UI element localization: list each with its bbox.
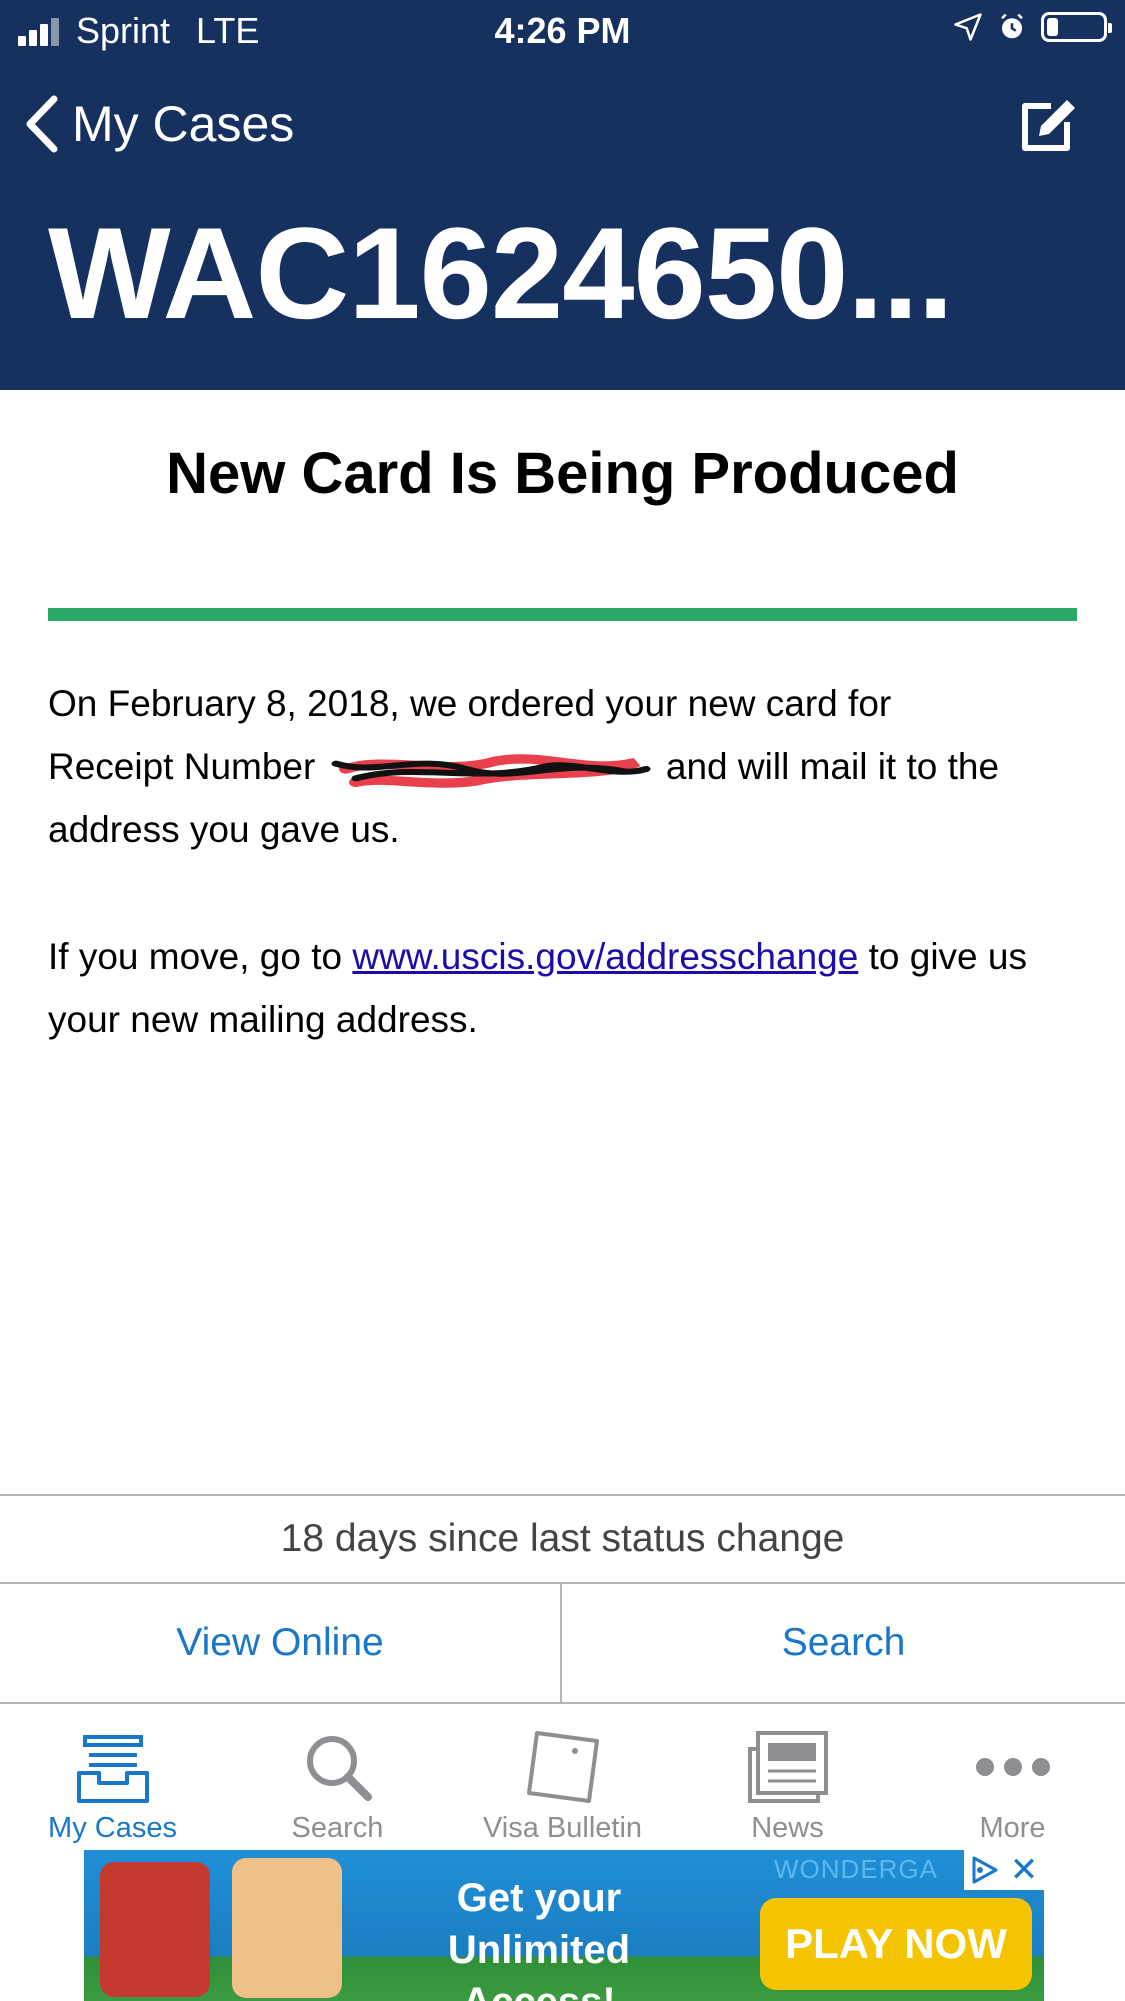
address-change-link[interactable]: www.uscis.gov/addresschange xyxy=(352,936,858,977)
status-description-line1: On February 8, 2018, we ordered your new… xyxy=(48,683,892,724)
view-online-button[interactable]: View Online xyxy=(0,1584,562,1704)
compose-icon xyxy=(1022,100,1075,151)
tab-more-label: More xyxy=(979,1812,1046,1844)
status-description: On February 8, 2018, we ordered your new… xyxy=(48,672,1077,861)
more-icon xyxy=(900,1722,1125,1812)
status-progress-bar xyxy=(48,608,1077,621)
battery-level xyxy=(1047,18,1058,36)
ad-close-icon[interactable]: ✕ xyxy=(1004,1850,1044,1890)
ad-headline: Get your Unlimited Access! xyxy=(374,1872,704,2001)
tab-my-cases-label: My Cases xyxy=(48,1812,177,1844)
address-change-prefix: If you move, go to xyxy=(48,936,343,977)
ad-character-ninja xyxy=(100,1862,210,1997)
tab-visa-bulletin[interactable]: Visa Bulletin xyxy=(450,1704,675,1850)
tab-news[interactable]: News xyxy=(675,1704,900,1850)
ad-headline-line1: Get your xyxy=(456,1876,622,1920)
ad-character-face xyxy=(232,1858,342,1998)
news-icon xyxy=(675,1722,900,1812)
tab-search[interactable]: Search xyxy=(225,1704,450,1850)
app-header: Sprint LTE 4:26 PM My Cases WAC1624650..… xyxy=(0,0,1125,390)
search-icon xyxy=(225,1722,450,1812)
tab-more[interactable]: More xyxy=(900,1704,1125,1850)
alarm-icon xyxy=(1001,13,1023,39)
status-bar: Sprint LTE 4:26 PM xyxy=(0,0,1125,62)
ad-brand: WONDERGA xyxy=(774,1854,938,1884)
case-receipt-number: WAC1624650... xyxy=(48,200,954,346)
status-progress-fill xyxy=(48,608,1077,621)
case-status-title: New Card Is Being Produced xyxy=(166,441,959,506)
location-icon xyxy=(954,13,982,41)
status-description-receipt-label: Receipt Number xyxy=(48,746,316,787)
days-since-status-change: 18 days since last status change xyxy=(0,1494,1125,1584)
status-bar-right xyxy=(953,12,1112,42)
ad-banner[interactable]: Get your Unlimited Access! WONDERGA PLAY… xyxy=(84,1850,1044,2001)
tab-visa-bulletin-label: Visa Bulletin xyxy=(482,1812,643,1844)
redaction-scribble xyxy=(331,754,651,788)
bulletin-icon xyxy=(450,1722,675,1812)
ad-headline-line2: Unlimited Access! xyxy=(447,1928,631,2001)
address-change-note: If you move, go to www.uscis.gov/address… xyxy=(48,925,1077,1051)
back-button[interactable]: My Cases xyxy=(24,95,294,153)
tab-bar: My Cases Search Visa Bulletin News More xyxy=(0,1704,1125,1850)
search-button[interactable]: Search xyxy=(562,1584,1125,1704)
tab-news-label: News xyxy=(751,1812,824,1844)
status-description-line2-end: and will mail it to the xyxy=(665,746,1000,787)
tab-search-label: Search xyxy=(291,1812,384,1844)
tab-my-cases[interactable]: My Cases xyxy=(0,1704,225,1850)
ad-play-now-button[interactable]: PLAY NOW xyxy=(760,1898,1032,1990)
ad-choices-icon[interactable] xyxy=(964,1850,1004,1890)
back-button-label: My Cases xyxy=(72,96,295,152)
chevron-left-icon xyxy=(26,95,58,153)
edit-button[interactable] xyxy=(1017,96,1079,159)
inbox-icon xyxy=(0,1722,225,1812)
battery-icon xyxy=(1041,12,1112,42)
status-description-line3: address you gave us. xyxy=(48,809,400,850)
